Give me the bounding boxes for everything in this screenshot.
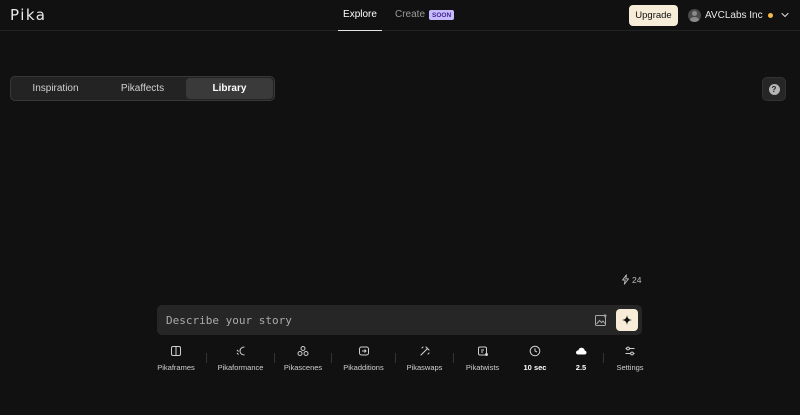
frames-icon <box>171 346 181 356</box>
tool-pikatwists[interactable]: Pikatwists <box>454 343 511 375</box>
chevron-down-icon <box>781 12 789 18</box>
tool-label: 10 sec <box>523 363 547 372</box>
top-bar: Pika Explore Create SOON Upgrade AVCLabs… <box>0 0 800 31</box>
status-dot <box>767 12 773 18</box>
help-button[interactable]: ? <box>762 77 786 101</box>
clock-icon <box>529 345 541 357</box>
tab-inspiration[interactable]: Inspiration <box>12 78 99 99</box>
sparkle-icon <box>622 315 632 325</box>
tool-model[interactable]: 2.5 <box>559 343 603 375</box>
nav-create[interactable]: Create SOON <box>395 0 455 31</box>
question-icon: ? <box>768 83 780 95</box>
lightning-icon <box>622 274 629 285</box>
account-menu[interactable]: AVCLabs Inc <box>688 8 790 22</box>
prompt-bar <box>157 305 642 335</box>
tool-pikadditions[interactable]: Pikadditions <box>332 343 395 375</box>
swaps-icon <box>419 346 430 356</box>
tool-label: Pikatwists <box>465 363 500 372</box>
twists-icon <box>477 346 488 356</box>
explore-subtabs: Inspiration Pikaffects Library <box>10 76 275 101</box>
tool-pikaformance[interactable]: Pikaformance <box>207 343 274 375</box>
tools-toolbar: Pikaframes Pikaformance Pikascenes Pikad… <box>146 343 656 375</box>
tool-settings[interactable]: Settings <box>604 343 656 375</box>
tab-library[interactable]: Library <box>186 78 273 99</box>
tool-pikaframes[interactable]: Pikaframes <box>146 343 206 375</box>
nav-create-label: Create <box>395 9 426 20</box>
nav-explore[interactable]: Explore <box>338 0 382 31</box>
account-name: AVCLabs Inc <box>705 9 763 21</box>
main-nav: Explore Create SOON <box>338 0 455 31</box>
cloud-icon <box>576 347 587 355</box>
tool-pikaswaps[interactable]: Pikaswaps <box>396 343 453 375</box>
settings-icon <box>625 346 635 356</box>
performance-icon <box>236 346 245 356</box>
tool-label: Pikaformance <box>217 363 264 372</box>
avatar <box>688 8 701 22</box>
story-prompt-input[interactable] <box>166 305 586 335</box>
generate-button[interactable] <box>616 309 638 331</box>
tool-label: Pikadditions <box>343 363 384 372</box>
scenes-icon <box>297 346 309 356</box>
soon-badge: SOON <box>429 10 455 20</box>
additions-icon <box>358 346 369 356</box>
tool-pikascenes[interactable]: Pikascenes <box>275 343 331 375</box>
tool-duration[interactable]: 10 sec <box>511 343 559 375</box>
tool-label: 2.5 <box>575 363 587 372</box>
pika-logo[interactable]: Pika <box>10 6 47 24</box>
credits-value: 24 <box>632 274 642 285</box>
tool-label: Pikaframes <box>157 363 195 372</box>
upgrade-button[interactable]: Upgrade <box>629 5 678 26</box>
credits-indicator: 24 <box>621 274 641 285</box>
tool-label: Pikaswaps <box>406 363 443 372</box>
nav-explore-label: Explore <box>343 9 377 20</box>
tool-label: Pikascenes <box>283 363 323 372</box>
tool-label: Settings <box>616 363 644 372</box>
image-upload-icon[interactable] <box>594 313 608 327</box>
tab-pikaffects[interactable]: Pikaffects <box>99 78 186 99</box>
